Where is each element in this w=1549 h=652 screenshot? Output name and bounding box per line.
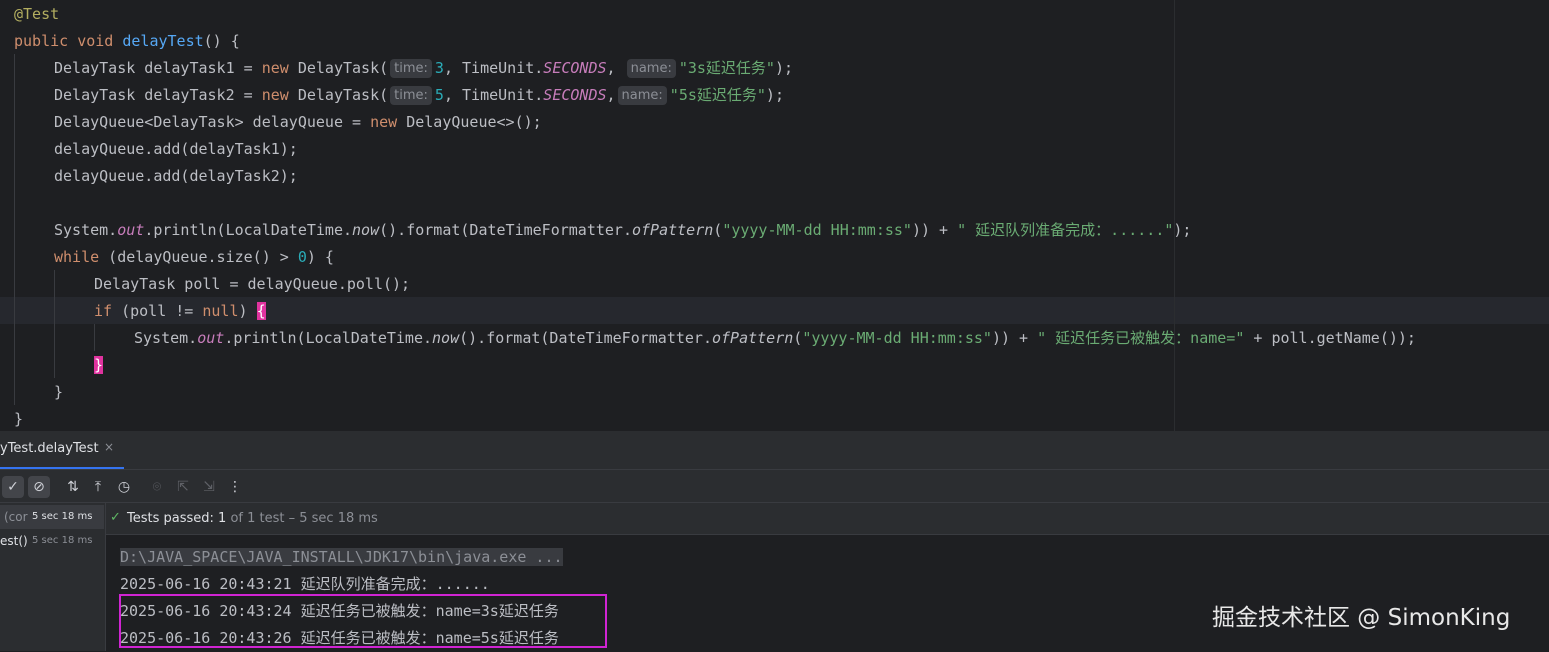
indent-guide xyxy=(14,54,15,405)
test-tree: (cor 5 sec 18 ms est() 5 sec 18 ms xyxy=(0,503,106,651)
tree-item-name: est() xyxy=(0,534,28,548)
collapse-icon[interactable]: ⤒ xyxy=(87,476,109,498)
code-line-16[interactable]: } xyxy=(14,406,23,431)
run-tab-bar: yTest.delayTest × xyxy=(0,431,1549,469)
history-clock-icon[interactable]: ◷ xyxy=(113,476,135,498)
code-line-2[interactable]: public void delayTest() { xyxy=(14,28,240,55)
code-line-14[interactable]: } xyxy=(94,352,104,379)
code-line-1[interactable]: @Test xyxy=(14,1,59,28)
tree-item-duration: 5 sec 18 ms xyxy=(32,511,93,522)
inlay-hint-name: name: xyxy=(617,86,667,105)
code-editor[interactable]: @Test public void delayTest() { DelayTas… xyxy=(0,0,1549,431)
camera-icon[interactable]: ⌾ xyxy=(146,476,168,498)
run-tab-label: yTest.delayTest xyxy=(0,441,99,456)
code-line-15[interactable]: } xyxy=(54,379,63,406)
run-tab-delaytest[interactable]: yTest.delayTest × xyxy=(0,431,124,469)
code-line-3[interactable]: DelayTask delayTask1 = new DelayTask(tim… xyxy=(54,55,793,82)
code-line-5[interactable]: DelayQueue<DelayTask> delayQueue = new D… xyxy=(54,109,542,136)
run-toolbar: ✓ ⊘ ⇅ ⤒ ◷ ⌾ ⇱ ⇲ ⋮ xyxy=(0,469,1549,503)
import-icon[interactable]: ⇲ xyxy=(198,476,220,498)
more-options-icon[interactable]: ⋮ xyxy=(224,476,246,498)
inlay-hint-time: time: xyxy=(390,86,432,105)
code-line-10[interactable]: while (delayQueue.size() > 0) { xyxy=(54,244,334,271)
indent-guide xyxy=(54,270,55,378)
code-line-7[interactable]: delayQueue.add(delayTask2); xyxy=(54,163,298,190)
tree-item-name: (cor xyxy=(4,510,28,524)
right-margin-guide xyxy=(1174,0,1175,431)
code-line-12[interactable]: if (poll != null) { xyxy=(94,298,266,325)
test-status-bar: ✓ Tests passed: 1 of 1 test – 5 sec 18 m… xyxy=(106,503,1549,535)
show-ignored-stop-icon[interactable]: ⊘ xyxy=(28,476,50,498)
tree-item-duration: 5 sec 18 ms xyxy=(32,535,93,546)
code-line-9[interactable]: System.out.println(LocalDateTime.now().f… xyxy=(54,217,1191,244)
code-line-13[interactable]: System.out.println(LocalDateTime.now().f… xyxy=(134,325,1416,352)
close-icon[interactable]: × xyxy=(104,440,114,454)
inlay-hint-time: time: xyxy=(390,59,432,78)
show-passed-check-icon[interactable]: ✓ xyxy=(2,476,24,498)
code-line-6[interactable]: delayQueue.add(delayTask1); xyxy=(54,136,298,163)
code-line-11[interactable]: DelayTask poll = delayQueue.poll(); xyxy=(94,271,410,298)
sort-icon[interactable]: ⇅ xyxy=(62,476,84,498)
watermark: 掘金技术社区 @ SimonKing xyxy=(1212,605,1511,631)
indent-guide xyxy=(94,324,95,351)
code-line-4[interactable]: DelayTask delayTask2 = new DelayTask(tim… xyxy=(54,82,784,109)
console-command-line[interactable]: D:\JAVA_SPACE\JAVA_INSTALL\JDK17\bin\jav… xyxy=(120,544,563,571)
tree-row-class[interactable]: (cor 5 sec 18 ms xyxy=(0,505,104,529)
console-output[interactable]: D:\JAVA_SPACE\JAVA_INSTALL\JDK17\bin\jav… xyxy=(106,535,1549,651)
matched-brace-close: } xyxy=(94,356,104,374)
inlay-hint-name: name: xyxy=(626,59,676,78)
tests-passed-status: Tests passed: 1 of 1 test – 5 sec 18 ms xyxy=(127,511,378,526)
matched-brace-open: { xyxy=(256,302,266,320)
passed-check-icon: ✓ xyxy=(110,510,121,525)
highlight-annotation-box xyxy=(119,594,607,648)
tree-row-method[interactable]: est() 5 sec 18 ms xyxy=(0,529,104,553)
export-icon[interactable]: ⇱ xyxy=(172,476,194,498)
